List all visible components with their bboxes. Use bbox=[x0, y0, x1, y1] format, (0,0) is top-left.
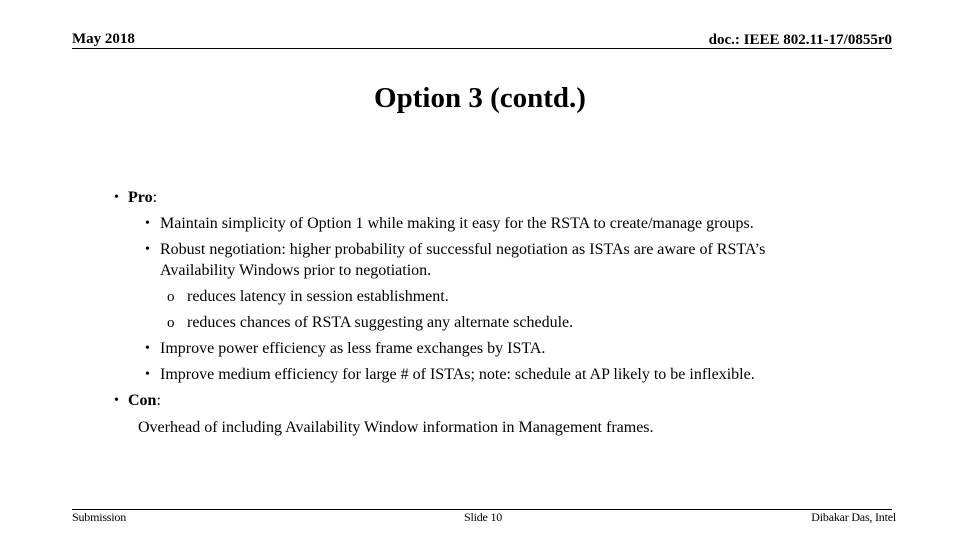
pro-sub-item: reduces chances of RSTA suggesting any a… bbox=[187, 314, 574, 331]
sub-bullet-icon: o bbox=[167, 289, 175, 305]
pro-item-continuation: Availability Windows prior to negotiatio… bbox=[160, 262, 432, 279]
con-label: Con bbox=[128, 392, 157, 409]
bullet-icon: • bbox=[114, 393, 119, 408]
footer-author: Dibakar Das, Intel bbox=[811, 510, 896, 524]
bullet-icon: • bbox=[145, 216, 150, 231]
pro-item: Improve power efficiency as less frame e… bbox=[160, 340, 546, 357]
bullet-icon: • bbox=[145, 242, 150, 257]
footer-submission: Submission bbox=[72, 510, 127, 524]
bullet-icon: • bbox=[114, 190, 119, 205]
pro-colon: : bbox=[152, 189, 158, 206]
footer-slide-number: Slide 10 bbox=[464, 510, 503, 524]
pro-sub-item: reduces latency in session establishment… bbox=[187, 288, 449, 305]
con-colon: : bbox=[156, 392, 161, 409]
header-doc-id: doc.: IEEE 802.11-17/0855r0 bbox=[708, 32, 892, 48]
con-heading: Con: bbox=[128, 388, 161, 414]
slide-title: Option 3 (contd.) bbox=[374, 82, 586, 114]
pro-label: Pro bbox=[128, 189, 153, 206]
con-item: Overhead of including Availability Windo… bbox=[138, 419, 654, 436]
bullet-icon: • bbox=[145, 367, 150, 382]
pro-item: Maintain simplicity of Option 1 while ma… bbox=[160, 215, 754, 232]
header-date: May 2018 bbox=[72, 31, 135, 47]
pro-item: Improve medium efficiency for large # of… bbox=[160, 366, 755, 383]
bullet-icon: • bbox=[145, 341, 150, 356]
header-divider bbox=[72, 48, 892, 49]
sub-bullet-icon: o bbox=[167, 315, 175, 331]
pro-heading: Pro: bbox=[128, 185, 157, 211]
